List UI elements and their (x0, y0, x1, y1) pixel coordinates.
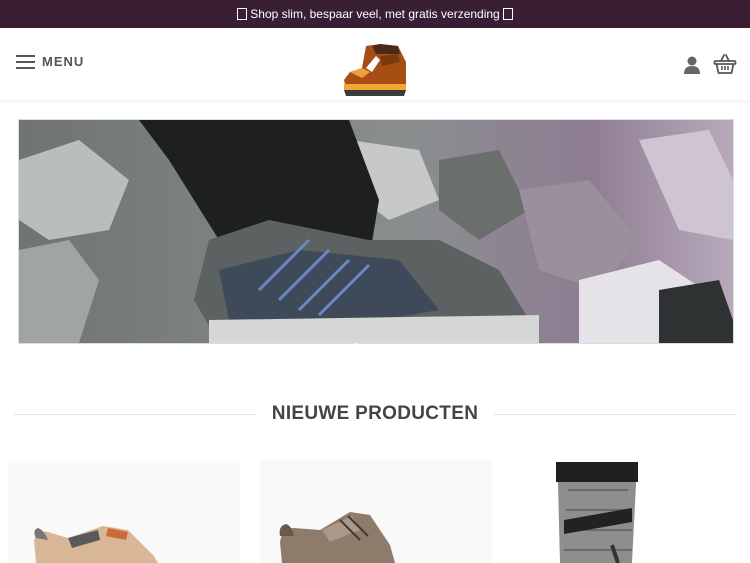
site-header: MENU (0, 28, 750, 100)
product-image-2 (279, 512, 395, 563)
product-image-1 (34, 526, 158, 563)
product-card-3[interactable] (508, 460, 740, 563)
product-card-1[interactable] (8, 460, 240, 563)
logo-boot-icon[interactable] (340, 42, 412, 98)
section-header: NIEUWE PRODUCTEN (14, 398, 737, 430)
menu-label: MENU (42, 54, 85, 69)
announcement-glyph-left (237, 8, 248, 20)
product-image-3 (556, 462, 638, 563)
user-icon[interactable] (682, 55, 702, 75)
announcement-bar: Shop slim, bespaar veel, met gratis verz… (0, 0, 750, 28)
hero-banner-image[interactable] (18, 119, 734, 344)
product-card-2[interactable] (260, 460, 492, 563)
hamburger-icon (16, 54, 35, 69)
announcement-glyph-right (502, 8, 513, 20)
divider-left (14, 413, 256, 415)
announcement-text: Shop slim, bespaar veel, met gratis verz… (250, 7, 500, 21)
basket-icon[interactable] (713, 53, 737, 75)
slider-dot[interactable] (353, 343, 359, 349)
hero-illustration (19, 120, 733, 343)
divider-right (494, 413, 737, 415)
section-title: NIEUWE PRODUCTEN (271, 403, 479, 424)
menu-button[interactable]: MENU (16, 54, 84, 69)
